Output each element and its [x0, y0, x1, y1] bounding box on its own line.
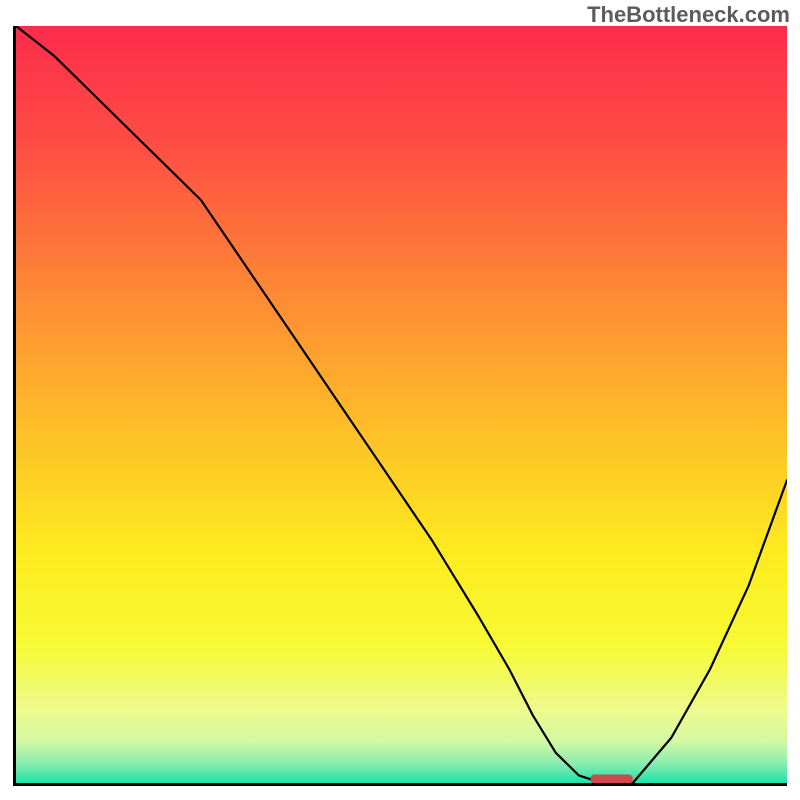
chart-container: TheBottleneck.com — [0, 0, 800, 800]
watermark-text: TheBottleneck.com — [587, 2, 790, 28]
plot-svg — [16, 26, 787, 783]
gradient-background — [16, 26, 787, 783]
plot-frame — [13, 26, 787, 786]
optimal-range-marker — [590, 775, 632, 784]
